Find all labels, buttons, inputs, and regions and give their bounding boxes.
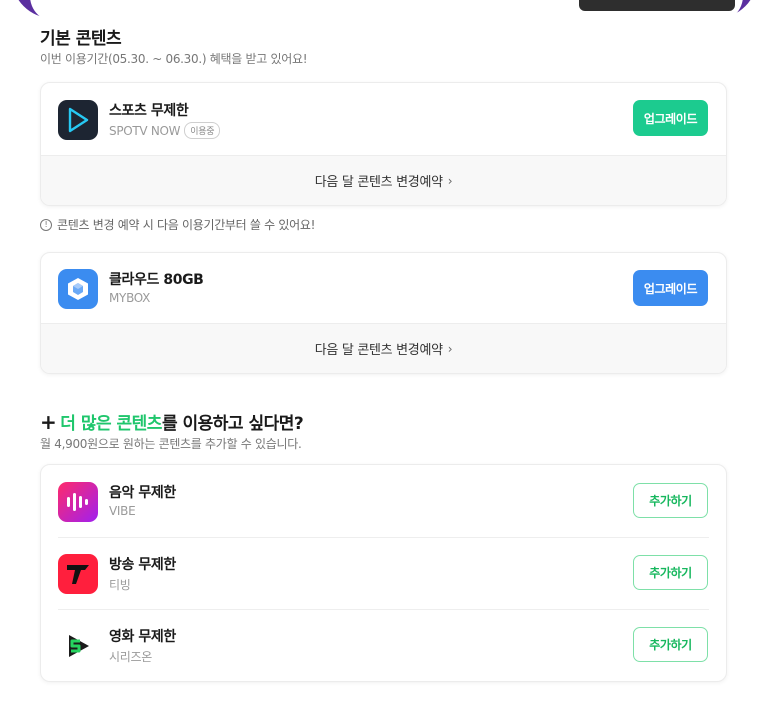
header-pill [579,0,735,11]
addon-provider: VIBE [109,504,136,518]
addon-row-tv: 방송 무제한 티빙 추가하기 [41,537,726,609]
mybox-cube-icon [58,269,98,309]
more-title-rest: 를 이용하고 싶다면? [161,414,304,434]
upgrade-button[interactable]: 업그레이드 [633,100,708,136]
content-row: 스포츠 무제한 SPOTV NOW 이용중 업그레이드 [41,83,726,155]
chevron-right-icon: › [447,341,453,356]
content-name: 클라우드 80GB [109,272,204,288]
upgrade-button[interactable]: 업그레이드 [633,270,708,306]
addon-name: 음악 무제한 [109,485,176,501]
more-section-subtitle: 월 4,900원으로 원하는 콘텐츠를 추가할 수 있습니다. [40,437,302,451]
info-icon: ! [40,218,52,231]
change-reservation-link[interactable]: 다음 달 콘텐츠 변경예약 › [41,155,726,205]
change-notice: ! 콘텐츠 변경 예약 시 다음 이용기간부터 쓸 수 있어요! [40,216,315,233]
in-use-badge: 이용중 [184,122,221,139]
provider-label: SPOTV NOW [109,123,181,138]
change-reservation-label: 다음 달 콘텐츠 변경예약 [314,343,443,358]
change-notice-text: 콘텐츠 변경 예약 시 다음 이용기간부터 쓸 수 있어요! [57,218,316,232]
provider-label: MYBOX [109,291,151,305]
chevron-right-icon: › [447,173,453,188]
addon-row-movie: 영화 무제한 시리즈온 추가하기 [41,609,726,681]
tving-icon [58,554,98,594]
change-reservation-label: 다음 달 콘텐츠 변경예약 [314,175,443,190]
addon-row-music: 음악 무제한 VIBE 추가하기 [41,465,726,537]
content-provider: SPOTV NOW 이용중 [109,122,221,139]
content-name: 스포츠 무제한 [109,103,189,119]
content-row: 클라우드 80GB MYBOX 업그레이드 [41,253,726,323]
addon-provider: 시리즈온 [109,650,152,664]
serieson-icon [58,626,98,666]
basic-section-subtitle: 이번 이용기간(05.30. ~ 06.30.) 혜택을 받고 있어요! [40,52,308,66]
add-button[interactable]: 추가하기 [633,627,708,662]
addon-name: 방송 무제한 [109,557,176,573]
spotv-play-icon [58,100,98,140]
vibe-icon [58,482,98,522]
add-button[interactable]: 추가하기 [633,555,708,590]
add-button[interactable]: 추가하기 [633,483,708,518]
content-card-cloud: 클라우드 80GB MYBOX 업그레이드 다음 달 콘텐츠 변경예약 › [40,252,727,374]
more-section-title: + 더 많은 콘텐츠 를 이용하고 싶다면? [40,409,304,435]
addon-name: 영화 무제한 [109,629,176,645]
addon-list: 음악 무제한 VIBE 추가하기 방송 무제한 티빙 추가하기 영화 무제한 시… [40,464,727,682]
plus-icon: + [40,409,57,434]
addon-provider: 티빙 [109,578,131,592]
content-provider: MYBOX [109,291,150,305]
basic-section-title: 기본 콘텐츠 [40,29,122,49]
change-reservation-link[interactable]: 다음 달 콘텐츠 변경예약 › [41,323,726,373]
more-title-highlight: 더 많은 콘텐츠 [60,414,162,434]
content-card-sports: 스포츠 무제한 SPOTV NOW 이용중 업그레이드 다음 달 콘텐츠 변경예… [40,82,727,206]
